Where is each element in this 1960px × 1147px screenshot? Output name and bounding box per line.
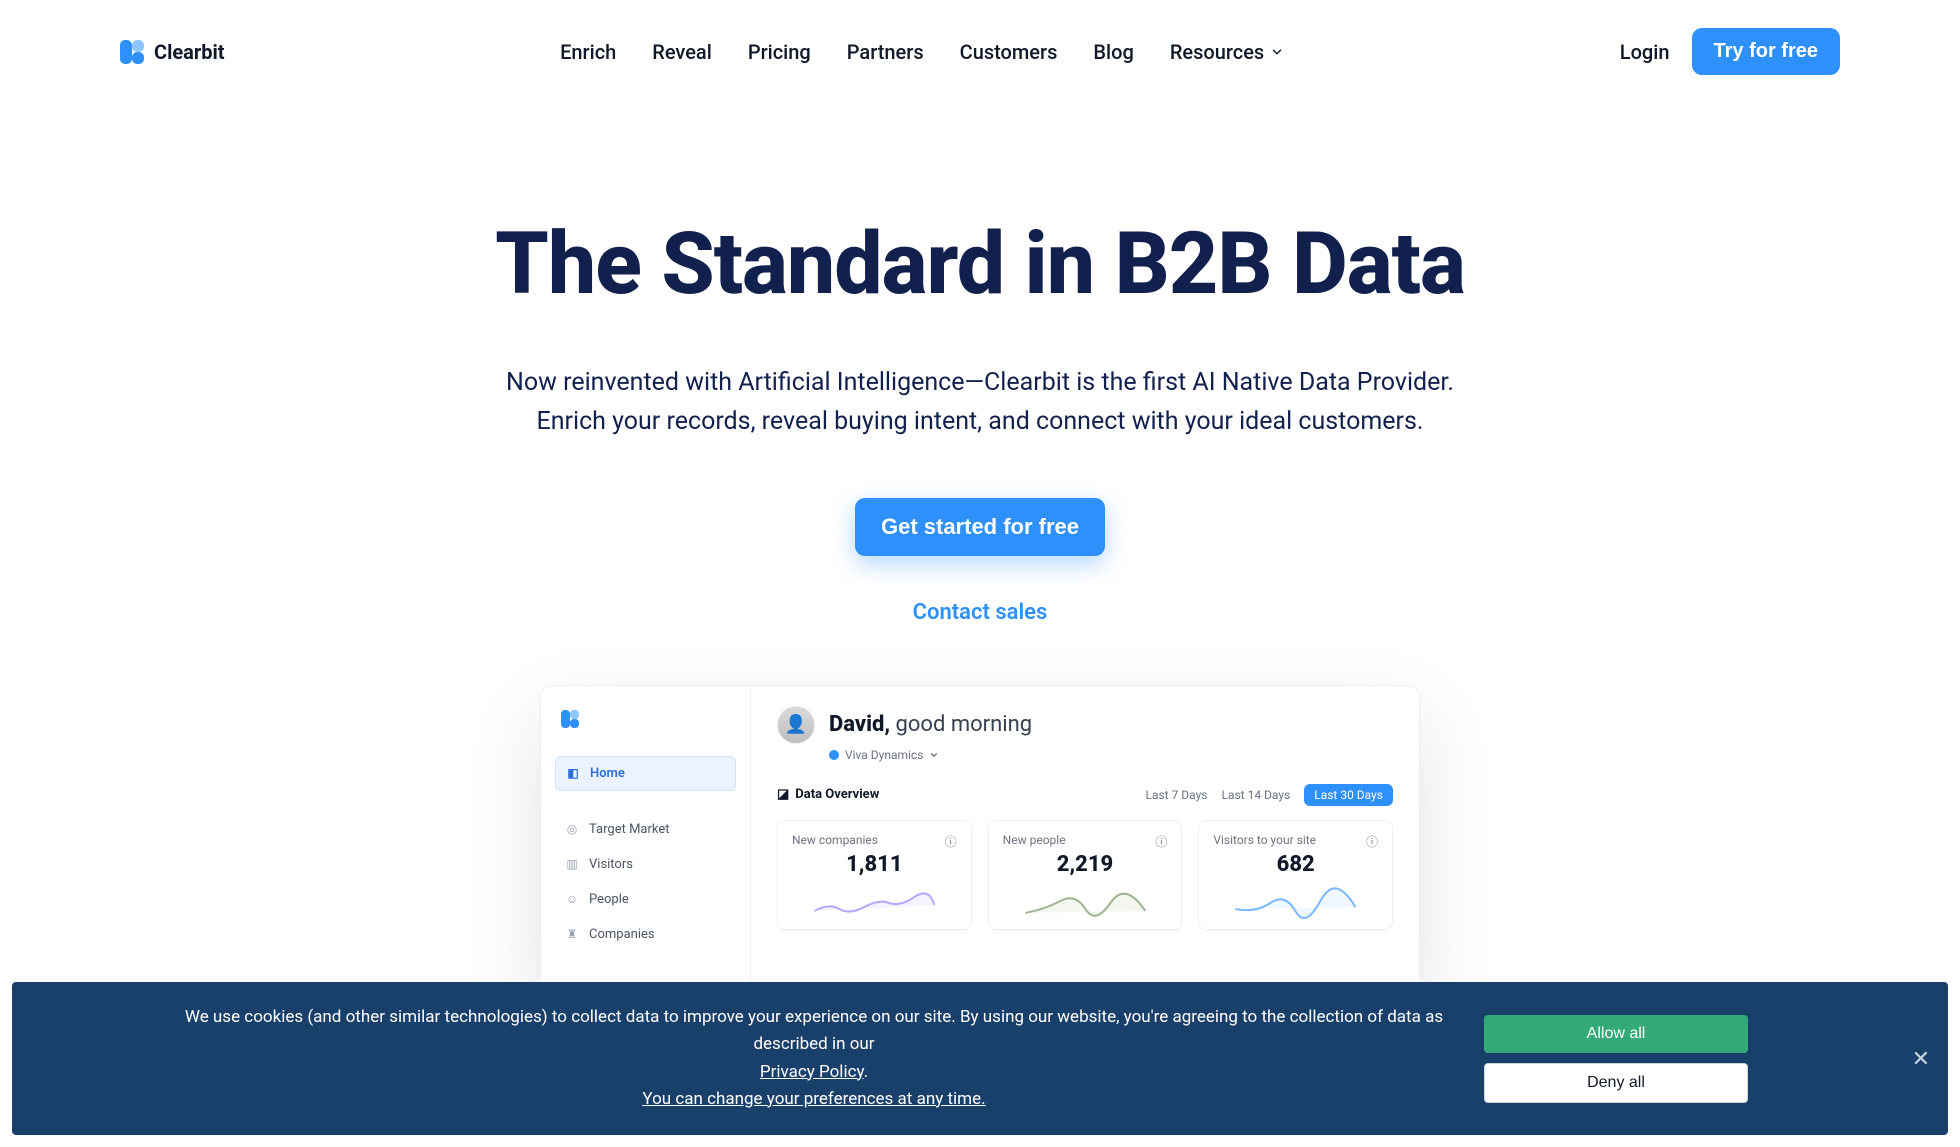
cookie-line1: We use cookies (and other similar techno… bbox=[185, 1007, 1443, 1054]
logo-icon bbox=[120, 40, 144, 64]
nav-enrich[interactable]: Enrich bbox=[560, 40, 616, 64]
login-link[interactable]: Login bbox=[1620, 40, 1670, 64]
get-started-button[interactable]: Get started for free bbox=[855, 498, 1105, 556]
sparkline bbox=[1003, 883, 1168, 919]
sidebar-item-visitors[interactable]: ▥ Visitors bbox=[555, 848, 736, 881]
nav-resources[interactable]: Resources bbox=[1170, 40, 1284, 64]
greeting-rest: good morning bbox=[890, 712, 1032, 737]
chevron-down-icon bbox=[929, 750, 939, 760]
dashboard-sidebar: ◧ Home ◎ Target Market ▥ Visitors ☺ Peop… bbox=[541, 686, 751, 994]
logo-text: Clearbit bbox=[154, 40, 225, 64]
deny-all-button[interactable]: Deny all bbox=[1484, 1063, 1748, 1103]
card-value: 2,219 bbox=[1003, 852, 1168, 877]
range-group: Last 7 Days Last 14 Days Last 30 Days bbox=[1146, 784, 1394, 806]
cookie-actions: Allow all Deny all bbox=[1484, 1015, 1748, 1103]
avatar: 👤 bbox=[777, 706, 815, 744]
nav-label: Customers bbox=[960, 40, 1058, 64]
overview-title: ◪ Data Overview bbox=[777, 787, 879, 802]
nav-pricing[interactable]: Pricing bbox=[748, 40, 811, 64]
logo[interactable]: Clearbit bbox=[120, 40, 225, 64]
info-icon[interactable]: ⓘ bbox=[1366, 833, 1378, 850]
sidebar-item-companies[interactable]: ♜ Companies bbox=[555, 918, 736, 951]
target-icon: ◎ bbox=[565, 822, 579, 836]
cube-icon: ◪ bbox=[777, 787, 789, 802]
cookie-text: We use cookies (and other similar techno… bbox=[184, 1004, 1444, 1113]
org-dot-icon bbox=[829, 750, 839, 760]
overview-title-text: Data Overview bbox=[795, 787, 879, 802]
sparkline bbox=[792, 883, 957, 919]
chevron-down-icon bbox=[1270, 40, 1284, 64]
sidebar-item-label: Companies bbox=[589, 927, 655, 942]
card-label: Visitors to your site bbox=[1213, 833, 1316, 850]
sidebar-item-label: People bbox=[589, 892, 629, 907]
sidebar-item-label: Home bbox=[590, 766, 625, 781]
sidebar-item-people[interactable]: ☺ People bbox=[555, 883, 736, 916]
card-visitors[interactable]: Visitors to your site ⓘ 682 bbox=[1198, 820, 1393, 930]
card-value: 682 bbox=[1213, 852, 1378, 877]
org-name: Viva Dynamics bbox=[845, 748, 923, 762]
cookie-banner: We use cookies (and other similar techno… bbox=[12, 982, 1948, 1135]
change-preferences-link[interactable]: You can change your preferences at any t… bbox=[642, 1089, 985, 1109]
nav-label: Resources bbox=[1170, 40, 1264, 64]
nav-label: Pricing bbox=[748, 40, 811, 64]
sparkline bbox=[1213, 883, 1378, 919]
range-7-days[interactable]: Last 7 Days bbox=[1146, 788, 1208, 802]
greeting-name: David, bbox=[829, 712, 890, 737]
site-header: Clearbit Enrich Reveal Pricing Partners … bbox=[0, 0, 1960, 103]
nav-label: Reveal bbox=[652, 40, 712, 64]
home-icon: ◧ bbox=[566, 766, 580, 780]
greeting: David, good morning bbox=[829, 712, 1032, 737]
nav-label: Partners bbox=[847, 40, 924, 64]
header-actions: Login Try for free bbox=[1620, 28, 1840, 75]
contact-sales-link[interactable]: Contact sales bbox=[913, 600, 1048, 625]
nav-reveal[interactable]: Reveal bbox=[652, 40, 712, 64]
nav-partners[interactable]: Partners bbox=[847, 40, 924, 64]
card-label: New people bbox=[1003, 833, 1066, 850]
hero-sub-line: Now reinvented with Artificial Intellige… bbox=[506, 368, 1454, 397]
close-icon[interactable]: ✕ bbox=[1912, 1046, 1930, 1072]
card-new-people[interactable]: New people ⓘ 2,219 bbox=[988, 820, 1183, 930]
hero-subtitle: Now reinvented with Artificial Intellige… bbox=[40, 364, 1920, 442]
org-selector[interactable]: Viva Dynamics bbox=[829, 748, 1393, 762]
card-value: 1,811 bbox=[792, 852, 957, 877]
hero-sub-line: Enrich your records, reveal buying inten… bbox=[537, 407, 1424, 436]
companies-icon: ♜ bbox=[565, 927, 579, 941]
info-icon[interactable]: ⓘ bbox=[945, 833, 957, 850]
primary-nav: Enrich Reveal Pricing Partners Customers… bbox=[560, 40, 1284, 64]
people-icon: ☺ bbox=[565, 892, 579, 906]
nav-blog[interactable]: Blog bbox=[1093, 40, 1133, 64]
hero-section: The Standard in B2B Data Now reinvented … bbox=[0, 103, 1960, 1035]
dashboard-main: 👤 David, good morning Viva Dynamics ◪ Da… bbox=[751, 686, 1419, 994]
dashboard-preview: ◧ Home ◎ Target Market ▥ Visitors ☺ Peop… bbox=[540, 685, 1420, 995]
nav-label: Blog bbox=[1093, 40, 1133, 64]
allow-all-button[interactable]: Allow all bbox=[1484, 1015, 1748, 1053]
sidebar-item-label: Target Market bbox=[589, 822, 670, 837]
try-free-button[interactable]: Try for free bbox=[1692, 28, 1840, 75]
sidebar-item-home[interactable]: ◧ Home bbox=[555, 756, 736, 791]
hero-title: The Standard in B2B Data bbox=[40, 213, 1920, 314]
card-label: New companies bbox=[792, 833, 878, 850]
nav-customers[interactable]: Customers bbox=[960, 40, 1058, 64]
info-icon[interactable]: ⓘ bbox=[1155, 833, 1167, 850]
dashboard-logo-icon bbox=[561, 710, 579, 728]
visitors-icon: ▥ bbox=[565, 857, 579, 871]
privacy-policy-link[interactable]: Privacy Policy bbox=[760, 1062, 864, 1082]
nav-label: Enrich bbox=[560, 40, 616, 64]
sidebar-item-label: Visitors bbox=[589, 857, 633, 872]
sidebar-item-target-market[interactable]: ◎ Target Market bbox=[555, 813, 736, 846]
range-30-days[interactable]: Last 30 Days bbox=[1304, 784, 1393, 806]
card-new-companies[interactable]: New companies ⓘ 1,811 bbox=[777, 820, 972, 930]
range-14-days[interactable]: Last 14 Days bbox=[1222, 788, 1291, 802]
